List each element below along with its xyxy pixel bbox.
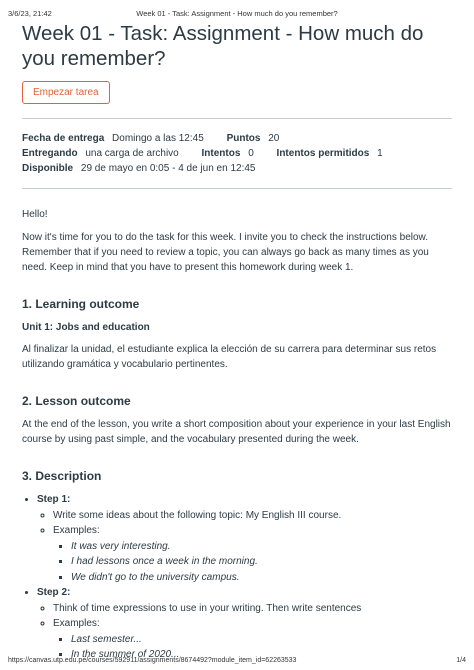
- section-2-heading: 2. Lesson outcome: [22, 394, 131, 408]
- print-header: 3/6/23, 21:42 Week 01 - Task: Assignment…: [8, 9, 466, 18]
- submitting-value: una carga de archivo: [85, 148, 179, 159]
- details-row-due: Fecha de entrega Domingo a las 12:45 Pun…: [22, 131, 452, 146]
- step-1-label: Step 1:: [37, 494, 71, 505]
- due-label: Fecha de entrega: [22, 133, 105, 144]
- section-1-heading: 1. Learning outcome: [22, 297, 140, 311]
- assignment-description: Hello! Now it's time for you to do the t…: [22, 207, 452, 663]
- example-item: It was very interesting.: [71, 539, 452, 555]
- step-1-instruction: Write some ideas about the following top…: [53, 508, 452, 524]
- print-page-title: Week 01 - Task: Assignment - How much do…: [136, 9, 338, 18]
- submitting-label: Entregando: [22, 148, 78, 159]
- section-2-text: At the end of the lesson, you write a sh…: [22, 419, 451, 445]
- list-item: Examples: Last semester... In the summer…: [53, 616, 452, 663]
- print-url: https://canvas.utp.edu.pe/courses/592911…: [8, 657, 297, 664]
- example-item: Last semester...: [71, 632, 452, 648]
- step-1-examples-label: Examples:: [53, 525, 100, 536]
- details-row-submitting: Entregando una carga de archivo Intentos…: [22, 146, 452, 161]
- assignment-details: Fecha de entrega Domingo a las 12:45 Pun…: [22, 131, 452, 176]
- list-item: Step 1: Write some ideas about the follo…: [37, 492, 452, 585]
- assignment-content: Week 01 - Task: Assignment - How much do…: [22, 21, 452, 663]
- available-value: 29 de mayo en 0:05 - 4 de jun en 12:45: [80, 163, 256, 174]
- step-2-label: Step 2:: [37, 587, 71, 598]
- points-label: Puntos: [226, 133, 261, 144]
- allowed-attempts-value: 1: [377, 148, 383, 159]
- divider: [22, 118, 452, 119]
- divider: [22, 188, 452, 189]
- section-3-heading: 3. Description: [22, 469, 102, 483]
- section-1-text: Al finalizar la unidad, el estudiante ex…: [22, 344, 437, 370]
- step-2-examples-label: Examples:: [53, 618, 100, 629]
- attempts-value: 0: [248, 148, 254, 159]
- list-item: Examples: It was very interesting. I had…: [53, 523, 452, 585]
- print-footer: https://canvas.utp.edu.pe/courses/592911…: [8, 657, 466, 664]
- greeting: Hello!: [22, 209, 48, 220]
- step-1-sublist: Write some ideas about the following top…: [37, 508, 452, 586]
- example-item: I had lessons once a week in the morning…: [71, 554, 452, 570]
- available-label: Disponible: [22, 163, 74, 174]
- example-item: We didn't go to the university campus.: [71, 570, 452, 586]
- start-assignment-button[interactable]: Empezar tarea: [22, 81, 110, 104]
- section-1-subheading: Unit 1: Jobs and education: [22, 322, 150, 333]
- points-value: 20: [268, 133, 280, 144]
- details-row-available: Disponible 29 de mayo en 0:05 - 4 de jun…: [22, 161, 452, 176]
- step-1-examples: It was very interesting. I had lessons o…: [53, 539, 452, 586]
- attempts-label: Intentos: [201, 148, 241, 159]
- assignment-title: Week 01 - Task: Assignment - How much do…: [22, 22, 424, 70]
- list-item: Step 2: Think of time expressions to use…: [37, 585, 452, 663]
- step-2-sublist: Think of time expressions to use in your…: [37, 601, 452, 663]
- steps-list: Step 1: Write some ideas about the follo…: [22, 492, 452, 663]
- due-value: Domingo a las 12:45: [112, 133, 204, 144]
- step-2-instruction: Think of time expressions to use in your…: [53, 601, 452, 617]
- print-page-number: 1/4: [456, 657, 466, 664]
- intro-paragraph: Now it's time for you to do the task for…: [22, 232, 429, 273]
- allowed-attempts-label: Intentos permitidos: [276, 148, 370, 159]
